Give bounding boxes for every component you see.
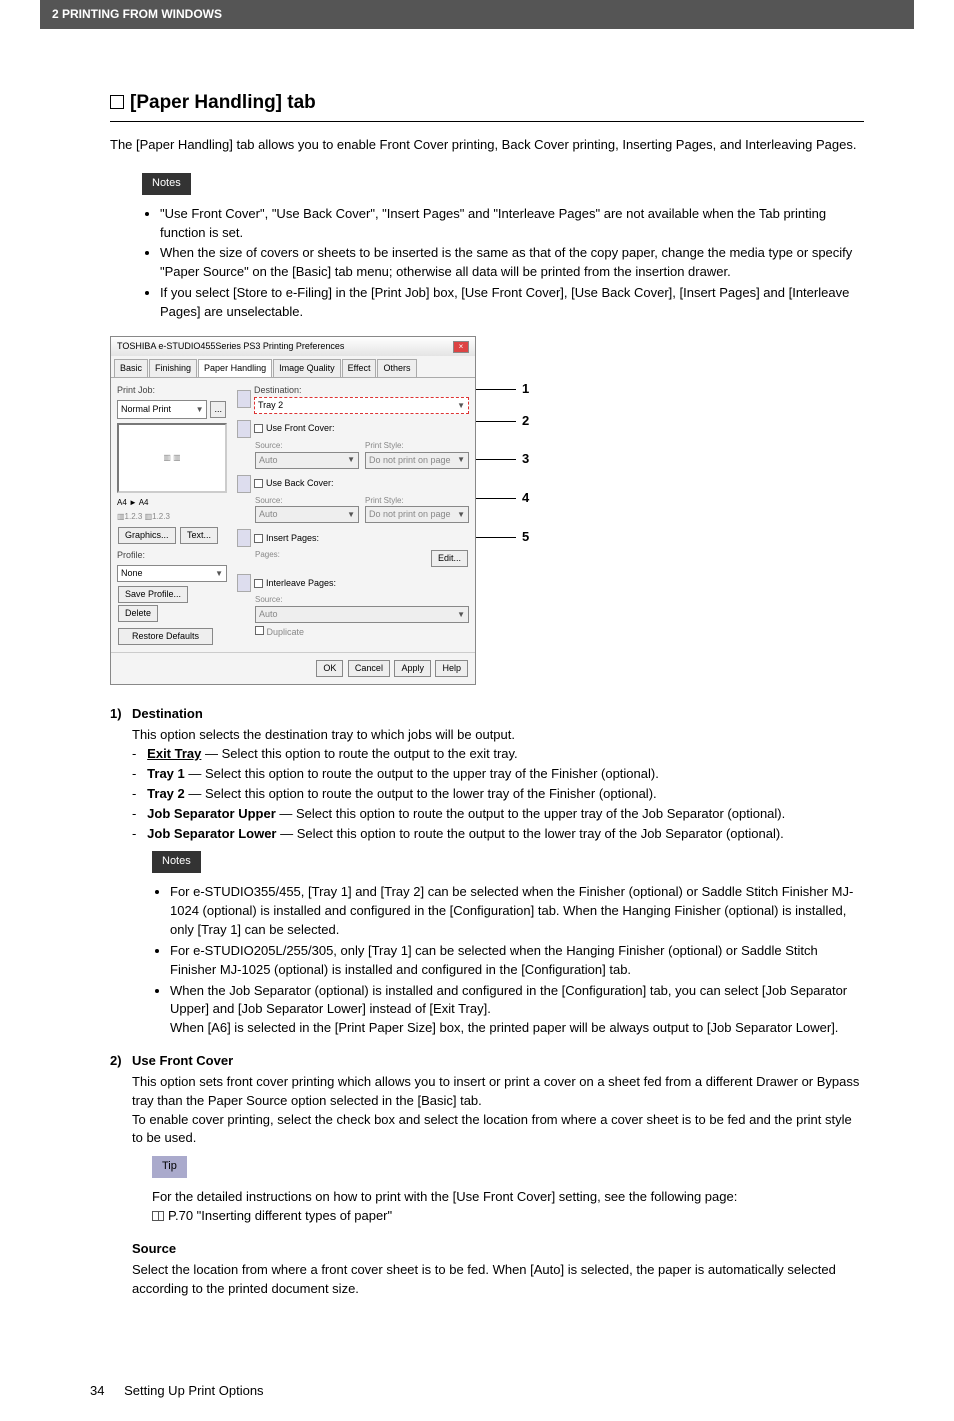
callout-4: 4 bbox=[476, 489, 529, 508]
page-footer: 34 Setting Up Print Options bbox=[0, 1352, 954, 1421]
note-item: When the Job Separator (optional) is ins… bbox=[170, 982, 864, 1039]
def-destination-head: 1)Destination bbox=[110, 705, 864, 724]
help-button[interactable]: Help bbox=[435, 660, 468, 677]
dialog-screenshot: TOSHIBA e-STUDIO455Series PS3 Printing P… bbox=[110, 336, 864, 686]
duplicate-label: Duplicate bbox=[267, 627, 305, 637]
dialog-titlebar: TOSHIBA e-STUDIO455Series PS3 Printing P… bbox=[111, 337, 475, 356]
window-controls[interactable]: × bbox=[452, 340, 469, 353]
def-front-cover-head: 2)Use Front Cover bbox=[110, 1052, 864, 1071]
def-destination-desc: This option selects the destination tray… bbox=[132, 726, 864, 745]
source-desc: Select the location from where a front c… bbox=[132, 1261, 864, 1299]
note-item: When the size of covers or sheets to be … bbox=[160, 244, 864, 282]
tab-paper-handling[interactable]: Paper Handling bbox=[198, 359, 272, 377]
graphics-button[interactable]: Graphics... bbox=[118, 527, 176, 544]
front-style-label: Print Style: bbox=[365, 440, 469, 452]
tip-reference: P.70 "Inserting different types of paper… bbox=[152, 1207, 864, 1226]
destination-select[interactable]: Tray 2▼ bbox=[254, 397, 469, 414]
back-source-select[interactable]: Auto▼ bbox=[255, 506, 359, 523]
use-back-cover-checkbox[interactable] bbox=[254, 479, 263, 488]
interleave-icon bbox=[237, 574, 251, 592]
front-style-select[interactable]: Do not print on page▼ bbox=[365, 452, 469, 469]
profile-select[interactable]: None▼ bbox=[117, 565, 227, 582]
destination-label: Destination: bbox=[254, 384, 469, 397]
profile-label: Profile: bbox=[117, 550, 145, 560]
option-tray-1: Tray 1 — Select this option to route the… bbox=[132, 765, 864, 784]
option-tray-2: Tray 2 — Select this option to route the… bbox=[132, 785, 864, 804]
callout-3: 3 bbox=[476, 450, 529, 469]
close-icon[interactable]: × bbox=[453, 341, 469, 353]
printjob-select[interactable]: Normal Print▼ bbox=[117, 400, 207, 419]
edit-button[interactable]: Edit... bbox=[431, 550, 468, 567]
destination-icon bbox=[237, 390, 251, 408]
note-item: If you select [Store to e-Filing] in the… bbox=[160, 284, 864, 322]
tab-others[interactable]: Others bbox=[377, 359, 416, 377]
chevron-down-icon: ▼ bbox=[196, 404, 204, 416]
note-item: "Use Front Cover", "Use Back Cover", "In… bbox=[160, 205, 864, 243]
note-item: For e-STUDIO355/455, [Tray 1] and [Tray … bbox=[170, 883, 864, 940]
front-source-select[interactable]: Auto▼ bbox=[255, 452, 359, 469]
insert-pages-field-label: Pages: bbox=[255, 549, 359, 561]
use-front-cover-checkbox[interactable] bbox=[254, 424, 263, 433]
printjob-label: Print Job: bbox=[117, 385, 155, 395]
tip-badge: Tip bbox=[152, 1156, 187, 1178]
option-job-sep-lower: Job Separator Lower — Select this option… bbox=[132, 825, 864, 844]
printjob-details-button[interactable]: ... bbox=[210, 401, 226, 418]
page-number: 34 bbox=[90, 1383, 104, 1398]
front-cover-icon bbox=[237, 420, 251, 438]
restore-defaults-button[interactable]: Restore Defaults bbox=[118, 628, 213, 645]
chevron-down-icon: ▼ bbox=[215, 568, 223, 580]
interleave-source-select[interactable]: Auto▼ bbox=[255, 606, 469, 623]
breadcrumb-bar: 2 PRINTING FROM WINDOWS bbox=[40, 0, 914, 29]
back-style-select[interactable]: Do not print on page▼ bbox=[365, 506, 469, 523]
text-button[interactable]: Text... bbox=[180, 527, 218, 544]
section-title: [Paper Handling] tab bbox=[110, 89, 864, 122]
breadcrumb-text: 2 PRINTING FROM WINDOWS bbox=[52, 7, 222, 21]
source-head: Source bbox=[132, 1240, 864, 1259]
footer-section: Setting Up Print Options bbox=[124, 1383, 263, 1398]
save-profile-button[interactable]: Save Profile... bbox=[118, 586, 188, 603]
def-front-cover-desc1: This option sets front cover printing wh… bbox=[132, 1073, 864, 1111]
apply-button[interactable]: Apply bbox=[394, 660, 431, 677]
chevron-down-icon: ▼ bbox=[457, 400, 465, 412]
cancel-button[interactable]: Cancel bbox=[348, 660, 390, 677]
book-icon bbox=[152, 1211, 164, 1221]
front-source-label: Source: bbox=[255, 440, 359, 452]
interleave-label: Interleave Pages: bbox=[266, 577, 336, 590]
callout-2: 2 bbox=[476, 412, 529, 431]
insert-pages-label: Insert Pages: bbox=[266, 532, 319, 545]
paper-info: A4 ► A4 bbox=[117, 497, 227, 509]
square-bullet-icon bbox=[110, 95, 124, 109]
duplicate-checkbox[interactable] bbox=[255, 626, 264, 635]
interleave-checkbox[interactable] bbox=[254, 579, 263, 588]
tab-effect[interactable]: Effect bbox=[342, 359, 377, 377]
ok-button[interactable]: OK bbox=[316, 660, 343, 677]
option-exit-tray: Exit Tray — Select this option to route … bbox=[132, 745, 864, 764]
use-front-cover-label: Use Front Cover: bbox=[266, 422, 335, 435]
back-style-label: Print Style: bbox=[365, 495, 469, 507]
tab-image-quality[interactable]: Image Quality bbox=[273, 359, 341, 377]
tab-finishing[interactable]: Finishing bbox=[149, 359, 197, 377]
insert-pages-icon bbox=[237, 529, 251, 547]
interleave-source-label: Source: bbox=[255, 594, 469, 606]
notes-badge: Notes bbox=[152, 851, 201, 873]
back-cover-icon bbox=[237, 475, 251, 493]
notes-badge: Notes bbox=[142, 173, 191, 195]
insert-pages-checkbox[interactable] bbox=[254, 534, 263, 543]
tip-line1: For the detailed instructions on how to … bbox=[152, 1188, 864, 1207]
delete-button[interactable]: Delete bbox=[118, 605, 158, 622]
back-source-label: Source: bbox=[255, 495, 359, 507]
tab-basic[interactable]: Basic bbox=[114, 359, 148, 377]
callout-1: 1 bbox=[476, 380, 529, 399]
note-item: For e-STUDIO205L/255/305, only [Tray 1] … bbox=[170, 942, 864, 980]
option-job-sep-upper: Job Separator Upper — Select this option… bbox=[132, 805, 864, 824]
use-back-cover-label: Use Back Cover: bbox=[266, 477, 334, 490]
dialog-title: TOSHIBA e-STUDIO455Series PS3 Printing P… bbox=[117, 340, 344, 353]
callout-5: 5 bbox=[476, 528, 529, 547]
preview-thumbnail: ▥ ▥ bbox=[117, 423, 227, 493]
def-front-cover-desc2: To enable cover printing, select the che… bbox=[132, 1111, 864, 1149]
intro-paragraph: The [Paper Handling] tab allows you to e… bbox=[110, 136, 864, 155]
